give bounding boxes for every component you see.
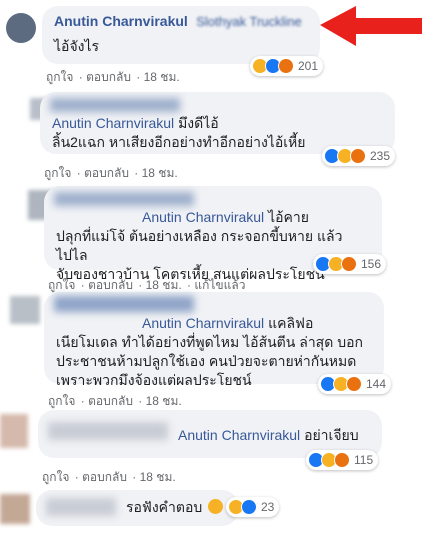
reaction-count: 23 — [261, 500, 275, 514]
like-link[interactable]: ถูกใจ — [46, 70, 73, 84]
comment-actions: ถูกใจ · ตอบกลับ · 18 ชม. — [48, 394, 182, 408]
timestamp[interactable]: 18 ชม. — [146, 278, 182, 292]
angry-icon — [350, 148, 366, 164]
timestamp[interactable]: 18 ชม. — [146, 394, 182, 408]
comment-text-line2: เนียโมเดล ทำได้อย่างที่พูดไหม ไอ้ส้นตีน … — [56, 334, 363, 350]
mention-name[interactable]: Anutin Charnvirakul — [142, 315, 264, 331]
reply-link[interactable]: ตอบกลับ — [88, 278, 133, 292]
angry-icon — [346, 376, 362, 392]
reaction-summary[interactable]: 115 — [306, 450, 379, 470]
comment-bubble: Anutin Charnvirakul แคลิฟอ เนียโมเดล ทำไ… — [44, 292, 384, 388]
reaction-count: 115 — [354, 453, 374, 467]
mention-name[interactable]: Anutin Charnvirakul — [142, 209, 264, 225]
reply-link[interactable]: ตอบกลับ — [88, 394, 133, 408]
angry-icon — [341, 256, 357, 272]
comment-text-line1: แคลิฟอ — [268, 315, 314, 331]
comment-actions: ถูกใจ · ตอบกลับ · 18 ชม. — [44, 166, 178, 180]
comment-text: รอฟังคำตอบ — [126, 499, 203, 515]
like-link[interactable]: ถูกใจ — [48, 394, 75, 408]
reaction-count: 156 — [361, 257, 382, 271]
comment-actions: ถูกใจ · ตอบกลับ · 18 ชม. — [46, 70, 180, 84]
author-blurred — [50, 98, 180, 112]
timestamp[interactable]: 18 ชม. — [144, 70, 180, 84]
edited-label[interactable]: แก้ไขแล้ว — [194, 278, 245, 292]
reaction-summary[interactable]: 235 — [322, 146, 396, 166]
comment-text-line1: ไอ้คาย — [268, 209, 309, 225]
mention-blurred: Slothyak Truckline — [196, 14, 302, 29]
reaction-summary[interactable]: 23 — [226, 497, 280, 517]
timestamp[interactable]: 18 ชม. — [142, 166, 178, 180]
like-link[interactable]: ถูกใจ — [42, 470, 69, 484]
angry-icon — [278, 58, 294, 74]
mention-name[interactable]: Anutin Charnvirakul — [52, 115, 174, 131]
reaction-count: 201 — [298, 59, 319, 73]
comment-bubble: รอฟังคำตอบ — [36, 490, 238, 526]
reply-link[interactable]: ตอบกลับ — [84, 166, 129, 180]
comment-bubble: Anutin Charnvirakul มึงดีไอ้ ลิ้น2แฉก หา… — [40, 92, 395, 154]
reaction-summary[interactable]: 201 — [250, 56, 324, 76]
author-blurred — [54, 192, 194, 206]
reaction-summary[interactable]: 144 — [318, 374, 392, 394]
comment-actions: ถูกใจ · ตอบกลับ · 18 ชม. — [42, 470, 176, 484]
like-link[interactable]: ถูกใจ — [48, 278, 75, 292]
avatar[interactable] — [6, 13, 36, 43]
avatar-blurred — [0, 414, 28, 448]
grin-emoji-icon — [208, 499, 224, 514]
angry-icon — [334, 452, 350, 468]
comment-text-line3: ประชาชนห้ามปลูกใช้เอง คนป่วยจะตายห่ากันห… — [56, 353, 357, 369]
avatar-blurred — [10, 296, 40, 324]
comment-text: ไอ้จังไร — [54, 38, 100, 54]
comment-text-line1: มึงดีไอ้ — [178, 115, 219, 131]
comment-text: อย่าเจียบ — [304, 427, 359, 443]
reply-link[interactable]: ตอบกลับ — [86, 70, 131, 84]
author-blurred — [46, 498, 116, 516]
avatar-blurred — [0, 494, 30, 524]
timestamp[interactable]: 18 ชม. — [140, 470, 176, 484]
reaction-count: 144 — [366, 377, 387, 391]
like-link[interactable]: ถูกใจ — [44, 166, 71, 180]
reaction-count: 235 — [370, 149, 391, 163]
reply-link[interactable]: ตอบกลับ — [82, 470, 127, 484]
reaction-summary[interactable]: 156 — [313, 254, 387, 274]
like-icon — [241, 499, 257, 515]
comment-author[interactable]: Anutin Charnvirakul — [54, 13, 188, 29]
author-blurred — [48, 422, 168, 440]
author-blurred — [54, 296, 194, 312]
mention-name[interactable]: Anutin Charnvirakul — [178, 427, 300, 443]
red-arrow-annotation — [320, 6, 422, 46]
